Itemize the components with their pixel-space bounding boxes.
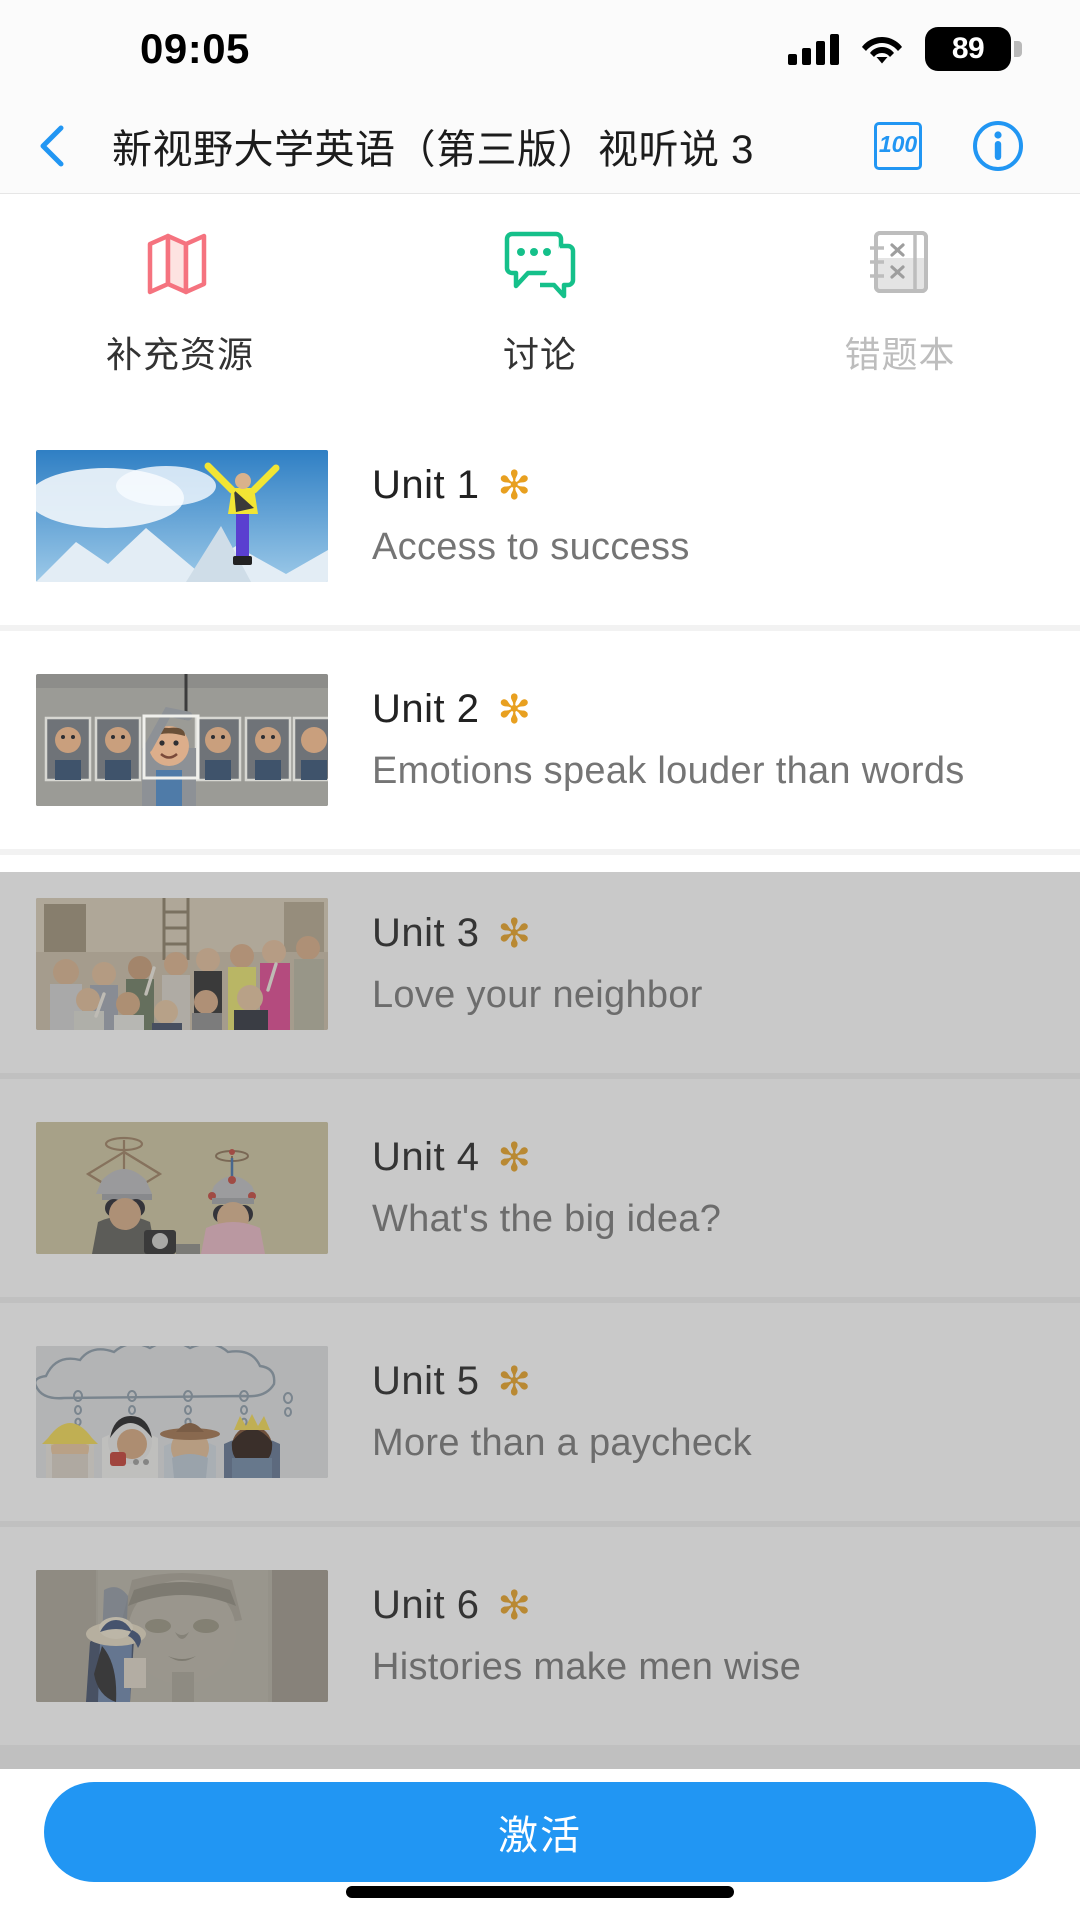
unit-badge-icon: ✻ xyxy=(497,463,532,508)
unit-thumbnail xyxy=(36,674,328,806)
map-icon xyxy=(138,224,222,300)
unit-text: Unit 5 ✻ More than a paycheck xyxy=(372,1359,752,1465)
unit-title-row: Unit 4 ✻ xyxy=(372,1135,721,1180)
unit-title-row: Unit 5 ✻ xyxy=(372,1359,752,1404)
tab-discussion[interactable]: 讨论 xyxy=(360,195,720,407)
list-item[interactable]: Unit 3 ✻ Love your neighbor xyxy=(0,855,1080,1073)
unit-badge-icon: ✻ xyxy=(497,687,532,732)
unit-text: Unit 4 ✻ What's the big idea? xyxy=(372,1135,721,1241)
chat-icon xyxy=(498,224,582,300)
unit-title-row: Unit 2 ✻ xyxy=(372,687,965,732)
navigation-bar: 新视野大学英语（第三版）视听说 3 100 xyxy=(0,98,1080,194)
tab-mistake-notebook[interactable]: 错题本 xyxy=(720,195,1080,407)
cellular-signal-icon xyxy=(788,33,839,65)
unit-text: Unit 3 ✻ Love your neighbor xyxy=(372,911,703,1017)
unit-thumbnail xyxy=(36,898,328,1030)
list-item[interactable]: Unit 2 ✻ Emotions speak louder than word… xyxy=(0,631,1080,849)
tab-label: 补充资源 xyxy=(105,334,254,375)
unit-thumbnail xyxy=(36,1122,328,1254)
activate-button[interactable]: 激活 xyxy=(44,1782,1036,1882)
wifi-icon xyxy=(862,37,902,64)
unit-title-row: Unit 1 ✻ xyxy=(372,463,690,508)
unit-badge-icon: ✻ xyxy=(497,1359,532,1404)
battery-percent: 89 xyxy=(951,32,985,65)
unit-subtitle: Emotions speak louder than words xyxy=(372,750,965,792)
resource-tab-strip: 补充资源 讨论 错题本 xyxy=(0,195,1080,407)
list-item[interactable]: Unit 5 ✻ More than a paycheck xyxy=(0,1303,1080,1521)
unit-subtitle: More than a paycheck xyxy=(372,1422,752,1464)
unit-text: Unit 6 ✻ Histories make men wise xyxy=(372,1583,801,1689)
tab-supplementary-resources[interactable]: 补充资源 xyxy=(0,195,360,407)
info-circle-icon[interactable] xyxy=(972,120,1024,172)
unit-subtitle: Love your neighbor xyxy=(372,974,703,1016)
notebook-x-icon xyxy=(858,224,942,300)
unit-subtitle: What's the big idea? xyxy=(372,1198,722,1240)
list-item[interactable]: Unit 4 ✻ What's the big idea? xyxy=(0,1079,1080,1297)
home-indicator xyxy=(346,1886,734,1898)
unit-title: Unit 1 xyxy=(372,463,480,507)
unit-subtitle: Access to success xyxy=(372,526,690,568)
battery-icon: 89 xyxy=(925,27,1022,71)
score-100-icon[interactable]: 100 xyxy=(874,121,922,170)
unit-text: Unit 1 ✻ Access to success xyxy=(372,463,690,569)
unit-text: Unit 2 ✻ Emotions speak louder than word… xyxy=(372,687,965,793)
unit-title: Unit 3 xyxy=(372,911,480,955)
tab-label: 讨论 xyxy=(502,334,577,375)
unit-title: Unit 4 xyxy=(372,1135,480,1179)
unit-thumbnail xyxy=(36,1346,328,1478)
list-item[interactable]: Unit 1 ✻ Access to success xyxy=(0,407,1080,625)
unit-title-row: Unit 6 ✻ xyxy=(372,1583,801,1628)
status-time: 09:05 xyxy=(140,25,250,72)
unit-list[interactable]: Unit 1 ✻ Access to success Unit 2 ✻ Emot… xyxy=(0,407,1080,1769)
page-title: 新视野大学英语（第三版）视听说 3 xyxy=(112,127,754,172)
unit-badge-icon: ✻ xyxy=(497,911,532,956)
unit-title-row: Unit 3 ✻ xyxy=(372,911,703,956)
unit-thumbnail xyxy=(36,450,328,582)
phone-screen: 09:05 89 新视野大学英语（第三版）视听说 3 100 补充资源 讨论 错… xyxy=(0,0,1080,1920)
back-button[interactable] xyxy=(0,98,104,194)
list-item[interactable]: Unit 6 ✻ Histories make men wise xyxy=(0,1527,1080,1745)
back-chevron-icon xyxy=(40,125,64,166)
bottom-action-bar: 激活 xyxy=(0,1769,1080,1920)
status-indicators: 89 xyxy=(788,27,1022,71)
unit-thumbnail xyxy=(36,1570,328,1702)
unit-title: Unit 6 xyxy=(372,1583,480,1627)
unit-badge-icon: ✻ xyxy=(497,1135,532,1180)
unit-subtitle: Histories make men wise xyxy=(372,1646,802,1688)
tab-label: 错题本 xyxy=(844,334,956,375)
navbar-actions: 100 xyxy=(874,120,1080,172)
unit-title: Unit 5 xyxy=(372,1359,480,1403)
unit-title: Unit 2 xyxy=(372,687,480,731)
unit-badge-icon: ✻ xyxy=(497,1583,532,1628)
status-bar: 09:05 89 xyxy=(0,0,1080,98)
